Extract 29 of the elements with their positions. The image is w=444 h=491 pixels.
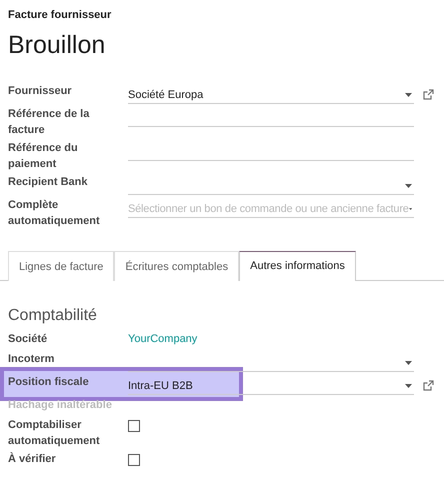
caret-icon [405, 384, 412, 388]
field-label: Incoterm [8, 352, 56, 367]
checkbox[interactable] [128, 454, 140, 466]
caret-icon [405, 360, 412, 364]
tab[interactable]: Écritures comptables [114, 251, 240, 281]
tab[interactable]: Autres informations [239, 251, 356, 281]
external-link-icon[interactable] [423, 380, 434, 391]
field-label: Hachage inaltérable [8, 398, 113, 413]
field-label: Complète automatiquement [8, 198, 101, 229]
field-label: Fournisseur [8, 84, 73, 99]
checkbox[interactable] [128, 420, 140, 432]
caret-icon [405, 184, 412, 188]
company-link[interactable]: YourCompany [128, 331, 198, 347]
section-heading: Comptabilité [8, 307, 98, 325]
external-link-icon[interactable] [423, 89, 434, 100]
record-status-title: Brouillon [8, 30, 106, 61]
form-subtitle: Facture fournisseur [8, 9, 112, 21]
field-label: À vérifier [8, 451, 57, 467]
tab[interactable]: Lignes de facture [8, 251, 114, 281]
dropdown-field[interactable]: Société Europa [128, 86, 414, 104]
field-label: Référence de la facture [8, 107, 90, 138]
field-label: Référence du paiement [8, 141, 79, 172]
field-label: Société [8, 332, 48, 347]
caret-icon [408, 206, 412, 210]
dropdown-field[interactable]: Intra-EU B2B [128, 377, 414, 395]
field-label: Position fiscale [8, 375, 90, 390]
field-label: Comptabiliser automatiquement [8, 418, 101, 449]
field-label: Recipient Bank [8, 175, 88, 190]
caret-icon [405, 92, 412, 96]
